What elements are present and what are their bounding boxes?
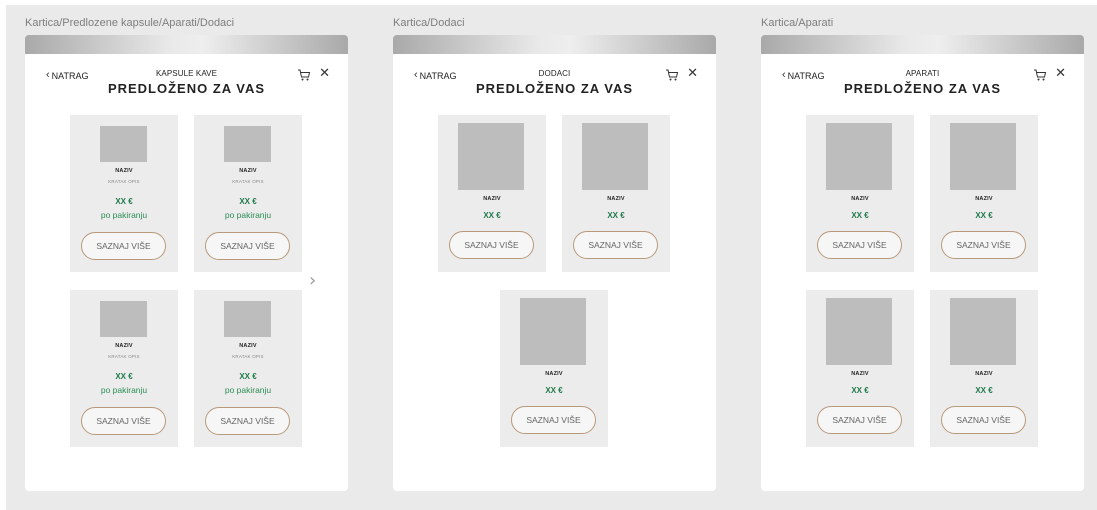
learn-more-button[interactable]: SAZNAJ VIŠE — [205, 407, 290, 435]
product-price: XX € — [851, 211, 869, 220]
product-card: NAZIV XX € SAZNAJ VIŠE — [806, 290, 914, 447]
price-unit: po pakiranju — [100, 385, 148, 395]
product-name: NAZIV — [115, 343, 133, 349]
close-icon[interactable]: ✕ — [1055, 66, 1066, 79]
page-title: PREDLOŽENO ZA VAS — [107, 81, 266, 96]
close-icon[interactable]: ✕ — [319, 66, 330, 79]
product-card: NAZIV XX € SAZNAJ VIŠE — [500, 290, 608, 447]
product-panel: ‹ NATRAG APARATI PREDLOŽENO ZA VAS ✕ NAZ… — [761, 54, 1084, 491]
product-price: XX € — [239, 372, 257, 381]
product-panel: ‹ NATRAG KAPSULE KAVE PREDLOŽENO ZA VAS … — [25, 54, 348, 491]
product-price: XX € — [483, 211, 501, 220]
product-name: NAZIV — [851, 196, 869, 202]
page-title: PREDLOŽENO ZA VAS — [475, 81, 634, 96]
product-image — [950, 123, 1016, 190]
cart-icon[interactable] — [297, 68, 311, 82]
close-icon[interactable]: ✕ — [687, 66, 698, 79]
price-unit: po pakiranju — [100, 210, 148, 220]
product-card: NAZIV XX € SAZNAJ VIŠE — [930, 290, 1038, 447]
product-name: NAZIV — [975, 196, 993, 202]
product-card: NAZIV KRATAK OPIS XX € po pakiranju SAZN… — [70, 115, 178, 272]
learn-more-button[interactable]: SAZNAJ VIŠE — [449, 231, 534, 259]
product-name: NAZIV — [239, 343, 257, 349]
product-name: NAZIV — [483, 196, 501, 202]
product-name: NAZIV — [975, 371, 993, 377]
learn-more-button[interactable]: SAZNAJ VIŠE — [817, 231, 902, 259]
learn-more-button[interactable]: SAZNAJ VIŠE — [81, 232, 166, 260]
frame-label: Kartica/Aparati — [761, 17, 834, 29]
top-bar — [393, 35, 716, 55]
product-card: NAZIV KRATAK OPIS XX € po pakiranju SAZN… — [194, 290, 302, 447]
chevron-right-icon[interactable]: › — [309, 272, 316, 290]
product-price: XX € — [115, 372, 133, 381]
product-name: NAZIV — [607, 196, 625, 202]
product-name: NAZIV — [115, 168, 133, 174]
product-image — [224, 301, 271, 337]
product-card: NAZIV XX € SAZNAJ VIŠE — [930, 115, 1038, 272]
learn-more-button[interactable]: SAZNAJ VIŠE — [941, 231, 1026, 259]
product-image — [458, 123, 524, 190]
product-price: XX € — [975, 211, 993, 220]
product-description: KRATAK OPIS — [108, 354, 140, 359]
product-description: KRATAK OPIS — [232, 179, 264, 184]
product-name: NAZIV — [851, 371, 869, 377]
product-panel: ‹ NATRAG DODACI PREDLOŽENO ZA VAS ✕ NAZI… — [393, 54, 716, 491]
price-unit: po pakiranju — [224, 385, 272, 395]
cart-icon[interactable] — [665, 68, 679, 82]
frame-kapsule: Kartica/Predlozene kapsule/Aparati/Dodac… — [25, 5, 348, 491]
product-image — [100, 126, 147, 162]
frame-label: Kartica/Dodaci — [393, 17, 465, 29]
product-image — [950, 298, 1016, 365]
design-canvas: Kartica/Predlozene kapsule/Aparati/Dodac… — [6, 5, 1097, 510]
product-card: NAZIV XX € SAZNAJ VIŠE — [562, 115, 670, 272]
learn-more-button[interactable]: SAZNAJ VIŠE — [941, 406, 1026, 434]
product-price: XX € — [115, 197, 133, 206]
product-image — [100, 301, 147, 337]
top-bar — [761, 35, 1084, 55]
product-description: KRATAK OPIS — [108, 179, 140, 184]
cart-icon[interactable] — [1033, 68, 1047, 82]
product-price: XX € — [607, 211, 625, 220]
product-price: XX € — [851, 386, 869, 395]
product-price: XX € — [975, 386, 993, 395]
top-bar — [25, 35, 348, 55]
learn-more-button[interactable]: SAZNAJ VIŠE — [205, 232, 290, 260]
product-name: NAZIV — [239, 168, 257, 174]
product-image — [224, 126, 271, 162]
product-price: XX € — [239, 197, 257, 206]
product-card: NAZIV XX € SAZNAJ VIŠE — [438, 115, 546, 272]
price-unit: po pakiranju — [224, 210, 272, 220]
page-title: PREDLOŽENO ZA VAS — [843, 81, 1002, 96]
learn-more-button[interactable]: SAZNAJ VIŠE — [817, 406, 902, 434]
product-card: NAZIV KRATAK OPIS XX € po pakiranju SAZN… — [70, 290, 178, 447]
frame-aparati: Kartica/Aparati ‹ NATRAG APARATI PREDLOŽ… — [761, 5, 1084, 491]
product-image — [826, 123, 892, 190]
product-name: NAZIV — [545, 371, 563, 377]
learn-more-button[interactable]: SAZNAJ VIŠE — [573, 231, 658, 259]
frame-dodaci: Kartica/Dodaci ‹ NATRAG DODACI PREDLOŽEN… — [393, 5, 716, 491]
product-card: NAZIV KRATAK OPIS XX € po pakiranju SAZN… — [194, 115, 302, 272]
product-description: KRATAK OPIS — [232, 354, 264, 359]
product-image — [520, 298, 586, 365]
learn-more-button[interactable]: SAZNAJ VIŠE — [511, 406, 596, 434]
frame-label: Kartica/Predlozene kapsule/Aparati/Dodac… — [25, 17, 235, 29]
product-image — [582, 123, 648, 190]
product-image — [826, 298, 892, 365]
learn-more-button[interactable]: SAZNAJ VIŠE — [81, 407, 166, 435]
product-card: NAZIV XX € SAZNAJ VIŠE — [806, 115, 914, 272]
product-price: XX € — [545, 386, 563, 395]
